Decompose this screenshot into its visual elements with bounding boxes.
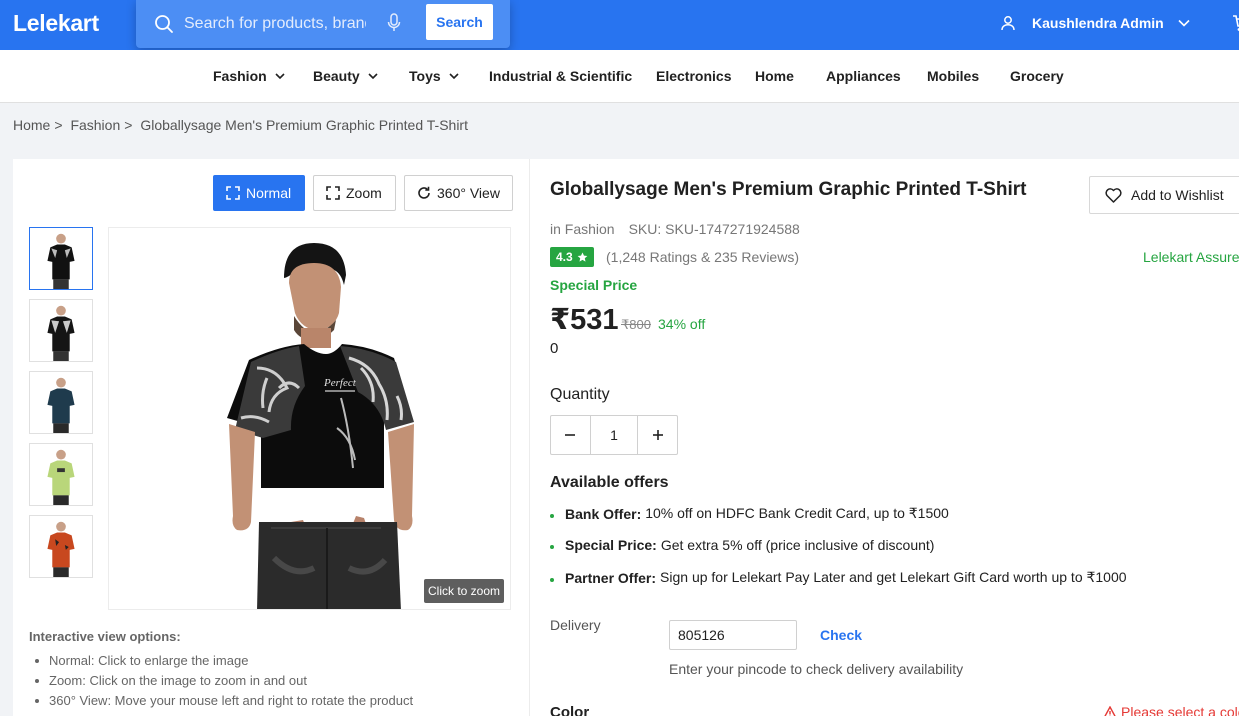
search-input[interactable] bbox=[184, 12, 366, 36]
user-name: Kaushlendra Admin bbox=[1032, 15, 1164, 31]
quantity-label: Quantity bbox=[550, 386, 610, 403]
quantity-value[interactable]: 1 bbox=[589, 416, 639, 454]
category-mobiles[interactable]: Mobiles bbox=[927, 68, 979, 84]
zoom-view-button[interactable]: Zoom bbox=[313, 175, 396, 211]
zoom-hint: Click to zoom bbox=[424, 579, 505, 603]
bullet-icon bbox=[550, 577, 554, 582]
assured-badge: Lelekart Assured bbox=[1143, 249, 1239, 265]
tshirt-thumbnail-image bbox=[30, 372, 92, 433]
heart-icon bbox=[1105, 187, 1122, 203]
microphone-icon[interactable] bbox=[387, 13, 401, 33]
rotate-icon bbox=[418, 186, 430, 199]
logo[interactable]: Lelekart bbox=[13, 10, 99, 37]
current-price: ₹531 bbox=[550, 304, 619, 336]
column-divider bbox=[529, 159, 530, 716]
chevron-down-icon bbox=[449, 72, 459, 79]
offer-type: Partner Offer: bbox=[565, 569, 657, 586]
zoom-icon bbox=[326, 186, 340, 200]
warning-icon bbox=[1104, 705, 1116, 716]
view-options-list: Normal: Click to enlarge the image Zoom:… bbox=[29, 653, 413, 713]
list-item: Zoom: Click on the image to zoom in and … bbox=[29, 673, 413, 693]
expand-icon bbox=[226, 186, 240, 200]
category-nav: Fashion Beauty Toys Industrial & Scienti… bbox=[0, 50, 1239, 103]
tshirt-model-image: Perfect bbox=[109, 228, 510, 609]
search-icon bbox=[155, 15, 173, 33]
offer-item: Bank Offer: 10% off on HDFC Bank Credit … bbox=[550, 505, 949, 522]
tshirt-thumbnail-image bbox=[30, 444, 92, 505]
check-pincode-button[interactable]: Check bbox=[820, 627, 862, 643]
user-menu[interactable]: Kaushlendra Admin bbox=[1000, 12, 1190, 34]
decrease-quantity-button[interactable] bbox=[551, 416, 590, 454]
svg-text:Perfect: Perfect bbox=[323, 377, 357, 389]
chevron-down-icon bbox=[275, 72, 285, 79]
breadcrumb: Home > Fashion > Globallysage Men's Premiu… bbox=[13, 117, 472, 133]
breadcrumb-separator: > bbox=[54, 117, 63, 133]
bullet-icon bbox=[550, 513, 554, 518]
category-fashion[interactable]: Fashion bbox=[213, 68, 285, 84]
category-appliances[interactable]: Appliances bbox=[826, 68, 901, 84]
tshirt-thumbnail-image bbox=[30, 228, 92, 289]
increase-quantity-button[interactable] bbox=[638, 416, 677, 454]
list-item: Normal: Click to enlarge the image bbox=[29, 653, 413, 673]
user-icon bbox=[1001, 16, 1015, 31]
category-grocery[interactable]: Grocery bbox=[1010, 68, 1064, 84]
360-view-button[interactable]: 360° View bbox=[404, 175, 513, 211]
chevron-down-icon bbox=[368, 72, 378, 79]
main-product-image[interactable]: Perfect bbox=[108, 227, 511, 610]
breadcrumb-home[interactable]: Home bbox=[13, 117, 50, 133]
product-title: Globallysage Men's Premium Graphic Print… bbox=[550, 179, 1027, 200]
rating-count[interactable]: (1,248 Ratings & 235 Reviews) bbox=[606, 249, 799, 265]
tshirt-thumbnail-image bbox=[30, 516, 92, 577]
product-category: in Fashion bbox=[550, 221, 615, 237]
original-price: ₹800 bbox=[621, 317, 651, 332]
special-price-label: Special Price bbox=[550, 277, 638, 293]
color-label: Color bbox=[550, 704, 590, 716]
category-beauty[interactable]: Beauty bbox=[313, 68, 378, 84]
pincode-input[interactable] bbox=[669, 620, 797, 650]
offer-type: Bank Offer: bbox=[565, 505, 642, 522]
normal-view-button[interactable]: Normal bbox=[213, 175, 305, 211]
minus-icon bbox=[565, 434, 576, 436]
thumbnail-5[interactable] bbox=[29, 515, 93, 578]
offer-item: Partner Offer: Sign up for Lelekart Pay … bbox=[550, 569, 1127, 586]
rating-badge: 4.3 bbox=[550, 247, 594, 267]
thumbnail-3[interactable] bbox=[29, 371, 93, 434]
cart-icon[interactable] bbox=[1232, 14, 1239, 32]
color-warning: Please select a color bbox=[1103, 704, 1239, 716]
tshirt-thumbnail-image bbox=[30, 300, 92, 361]
offers-title: Available offers bbox=[550, 474, 669, 491]
extra-value: 0 bbox=[550, 340, 559, 357]
search-button[interactable]: Search bbox=[426, 4, 493, 40]
category-home[interactable]: Home bbox=[755, 68, 794, 84]
add-to-wishlist-button[interactable]: Add to Wishlist bbox=[1089, 176, 1239, 214]
offer-text: Get extra 5% off (price inclusive of dis… bbox=[660, 537, 935, 553]
bullet-icon bbox=[550, 545, 554, 549]
offer-type: Special Price: bbox=[565, 537, 657, 553]
plus-icon bbox=[652, 430, 663, 440]
category-toys[interactable]: Toys bbox=[409, 68, 459, 84]
breadcrumb-fashion[interactable]: Fashion bbox=[70, 117, 120, 133]
thumbnail-1[interactable] bbox=[29, 227, 93, 290]
list-item: 360° View: Move your mouse left and righ… bbox=[29, 693, 413, 713]
breadcrumb-current: Globallysage Men's Premium Graphic Print… bbox=[140, 117, 468, 133]
pincode-hint: Enter your pincode to check delivery ava… bbox=[669, 661, 964, 677]
chevron-down-icon bbox=[1178, 19, 1190, 27]
product-sku: SKU: SKU-1747271924588 bbox=[628, 221, 800, 237]
thumbnail-2[interactable] bbox=[29, 299, 93, 362]
search-bar: Search bbox=[136, 0, 510, 48]
category-industrial-scientific[interactable]: Industrial & Scientific bbox=[489, 68, 632, 84]
breadcrumb-separator: > bbox=[124, 117, 133, 133]
category-electronics[interactable]: Electronics bbox=[656, 68, 731, 84]
view-options-title: Interactive view options: bbox=[29, 629, 181, 644]
offer-text: Sign up for Lelekart Pay Later and get L… bbox=[660, 569, 1127, 585]
offer-text: 10% off on HDFC Bank Credit Card, up to … bbox=[645, 505, 949, 521]
delivery-label: Delivery bbox=[550, 617, 601, 633]
quantity-stepper: 1 bbox=[550, 415, 678, 455]
product-meta: in Fashion SKU: SKU-1747271924588 bbox=[550, 221, 800, 237]
offer-item: Special Price: Get extra 5% off (price i… bbox=[550, 537, 934, 553]
discount-percent: 34% off bbox=[658, 316, 706, 332]
star-icon bbox=[577, 251, 588, 262]
thumbnail-4[interactable] bbox=[29, 443, 93, 506]
top-header: Lelekart Search Kaushlendra Admin bbox=[0, 0, 1239, 50]
